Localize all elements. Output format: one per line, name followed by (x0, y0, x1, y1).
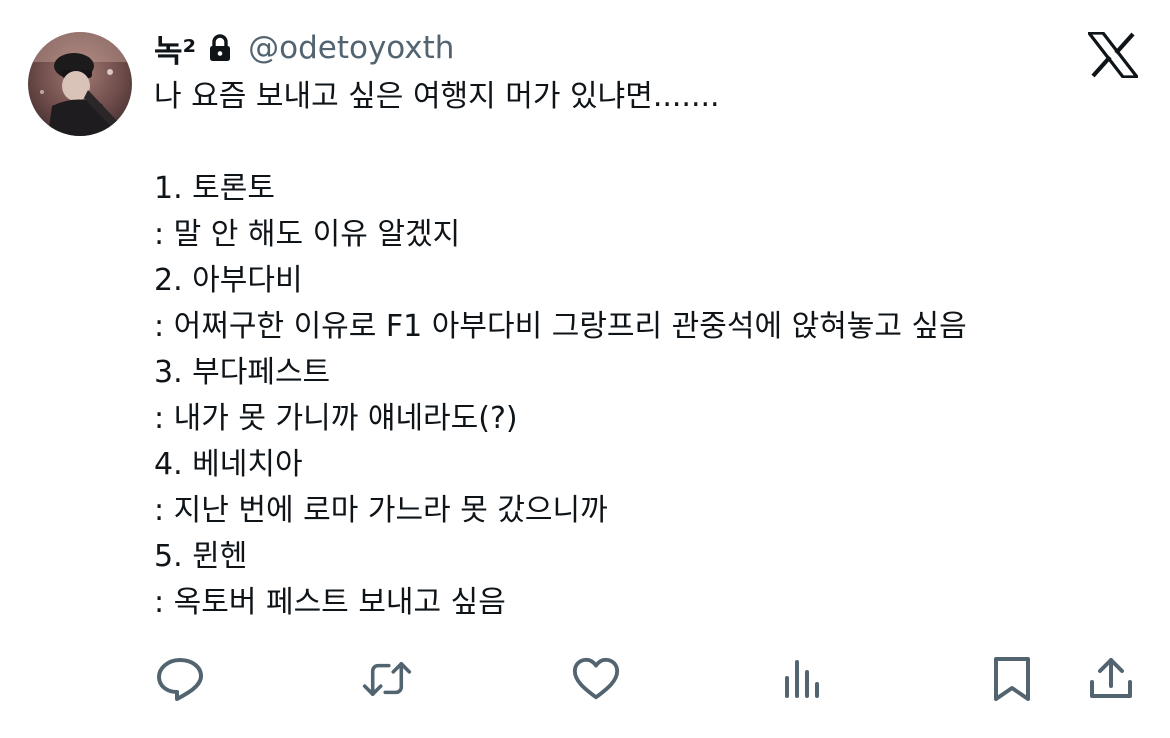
tweet-line: 2. 아부다비 (154, 263, 303, 298)
tweet-line: : 말 안 해도 이유 알겠지 (154, 217, 461, 252)
views-button[interactable] (778, 654, 828, 704)
tweet-line: : 어쩌구한 이유로 F1 아부다비 그랑프리 관중석에 앉혀놓고 싶음 (154, 309, 967, 344)
retweet-button[interactable] (362, 654, 412, 704)
x-logo-icon[interactable] (1085, 31, 1141, 79)
share-button[interactable] (1086, 654, 1136, 704)
tweet-text: 나 요즘 보내고 싶은 여행지 머가 있냐면....... 1. 토론토 : 말… (154, 74, 1134, 626)
user-handle[interactable]: @odetoyoxth (248, 30, 454, 66)
bookmark-icon (994, 657, 1030, 701)
retweet-icon (362, 662, 412, 696)
reply-icon (157, 658, 203, 701)
tweet-line: 3. 부다페스트 (154, 355, 331, 390)
tweet-card: 녹² @odetoyoxth 나 요즘 보내고 싶은 여행지 머가 있냐면...… (0, 0, 1170, 738)
lock-icon (208, 33, 232, 63)
tweet-line: : 옥토버 페스트 보내고 싶음 (154, 585, 506, 620)
tweet-line: : 지난 번에 로마 가느라 못 갔으니까 (154, 493, 608, 528)
views-icon (785, 660, 819, 698)
tweet-line: : 내가 못 가니까 얘네라도(?) (154, 401, 518, 436)
action-bar (0, 650, 1170, 706)
avatar[interactable] (28, 32, 132, 136)
reply-button[interactable] (155, 654, 205, 704)
tweet-header: 녹² @odetoyoxth (154, 26, 454, 70)
bookmark-button[interactable] (987, 654, 1037, 704)
like-button[interactable] (571, 654, 621, 704)
tweet-line: 5. 뮌헨 (154, 539, 248, 574)
display-name[interactable]: 녹² (154, 26, 196, 71)
share-icon (1090, 658, 1132, 698)
tweet-line: 나 요즘 보내고 싶은 여행지 머가 있냐면....... (154, 79, 720, 114)
tweet-line: 1. 토론토 (154, 171, 275, 206)
tweet-line: 4. 베네치아 (154, 447, 303, 482)
heart-icon (572, 657, 620, 700)
